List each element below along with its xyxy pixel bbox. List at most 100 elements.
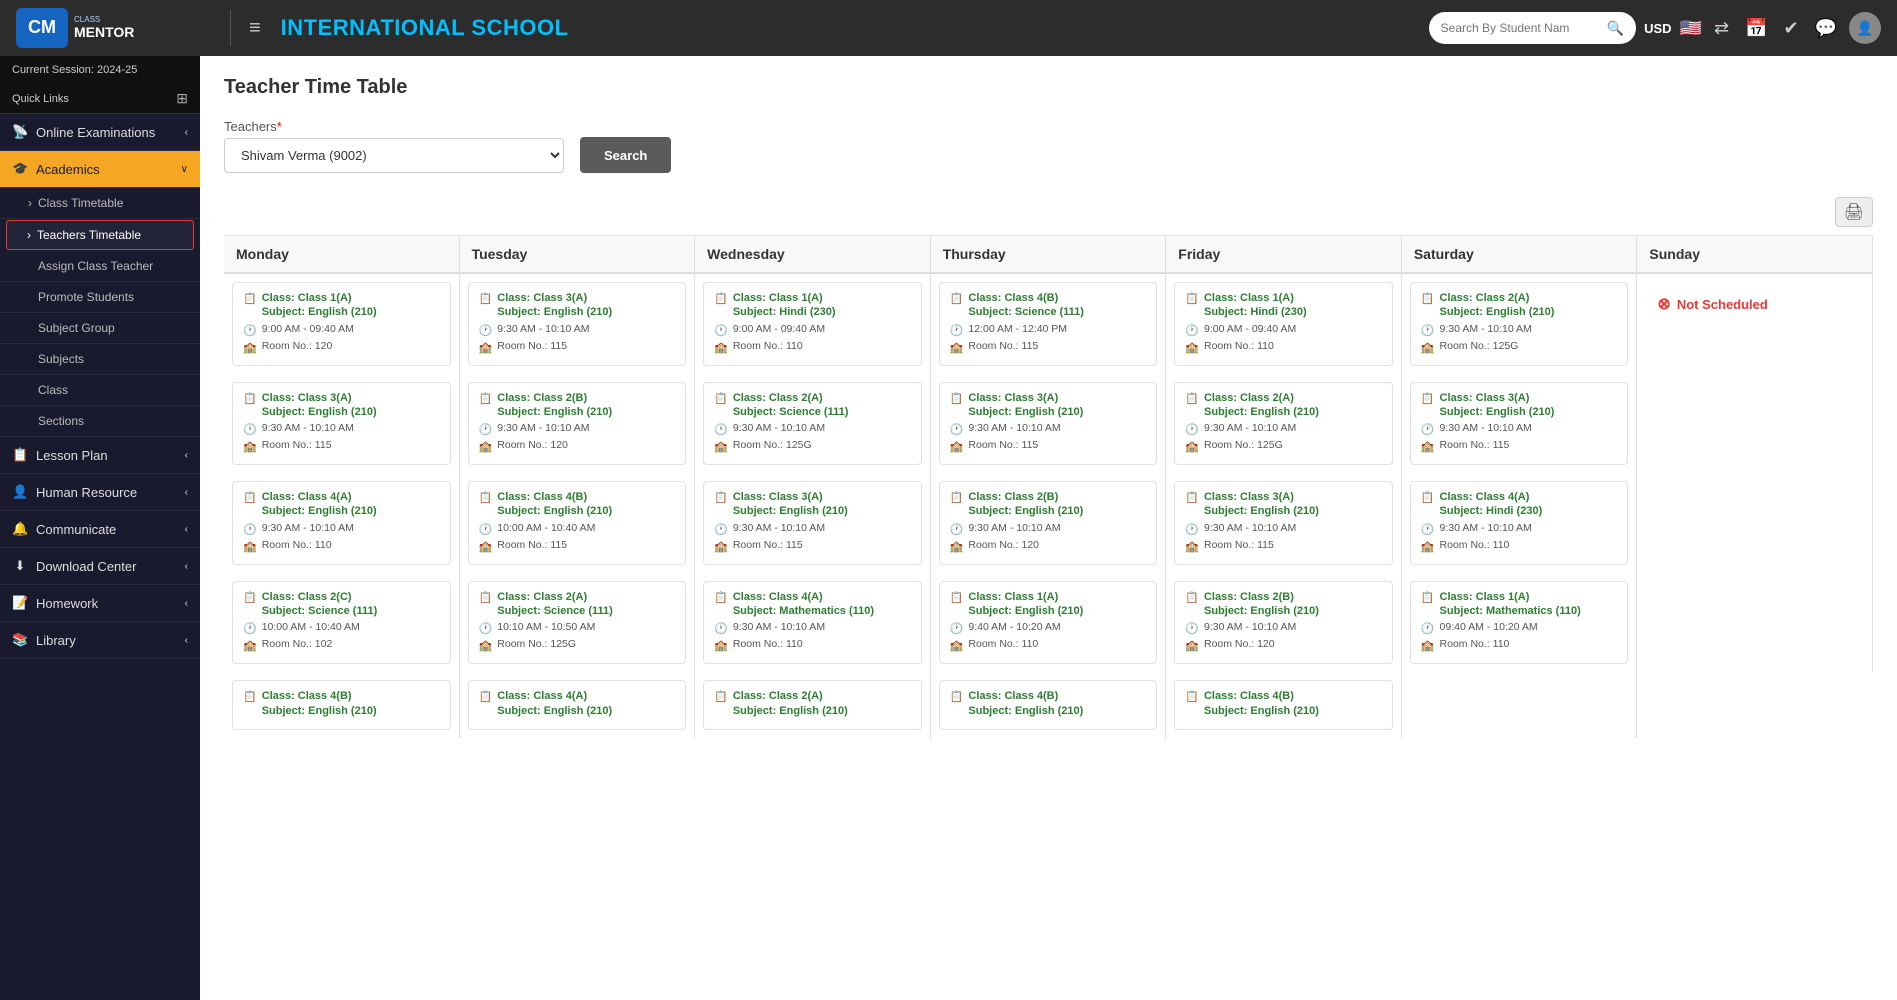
clock-icon: 🕐 (479, 423, 493, 436)
card-class-subject: Class: Class 1(A)Subject: Mathematics (1… (1440, 590, 1581, 619)
class-icon: 📋 (479, 591, 493, 604)
sidebar-item-class-timetable[interactable]: › Class Timetable (0, 188, 200, 219)
room-icon: 🏫 (479, 540, 493, 553)
clock-icon: 🕐 (950, 423, 964, 436)
library-arrow: ‹ (185, 635, 188, 646)
calendar-icon[interactable]: 📅 (1741, 14, 1771, 43)
checkmark-icon[interactable]: ✔ (1779, 14, 1802, 43)
clock-icon: 🕐 (1421, 423, 1435, 436)
class-card: 📋 Class: Class 3(A)Subject: English (210… (703, 481, 922, 565)
clock-icon: 🕐 (1185, 523, 1199, 536)
clock-icon: 🕐 (479, 324, 493, 337)
global-search-box[interactable]: 🔍 (1429, 12, 1636, 44)
card-class-subject: Class: Class 4(A)Subject: English (210) (262, 490, 377, 519)
sidebar-item-lesson-plan[interactable]: 📋 Lesson Plan ‹ (0, 437, 200, 474)
card-class-subject: Class: Class 2(C)Subject: Science (111) (262, 590, 378, 619)
day-column-saturday: 📋 Class: Class 4(A)Subject: Hindi (230) … (1402, 473, 1638, 573)
sidebar-sub-label: Promote Students (38, 290, 134, 304)
teacher-label: Teachers* (224, 119, 564, 134)
sidebar-item-library[interactable]: 📚 Library ‹ (0, 622, 200, 659)
sidebar-item-label: Communicate (36, 522, 116, 537)
day-column-saturday: 📋 Class: Class 1(A)Subject: Mathematics … (1402, 573, 1638, 673)
sidebar-item-promote-students[interactable]: › Promote Students (0, 282, 200, 313)
currency-badge[interactable]: USD (1644, 21, 1671, 36)
class-card: 📋 Class: Class 4(B)Subject: English (210… (232, 680, 451, 730)
teacher-select[interactable]: Shivam Verma (9002) (224, 138, 564, 173)
sidebar-sub-label: Subject Group (38, 321, 115, 335)
card-room: Room No.: 115 (968, 340, 1038, 352)
day-column-sunday: ⊗ Not Scheduled (1637, 274, 1873, 374)
day-column-saturday (1402, 672, 1638, 738)
class-card: 📋 Class: Class 1(A)Subject: English (210… (232, 282, 451, 366)
day-header-wednesday: Wednesday (695, 236, 931, 274)
sidebar-item-human-resource[interactable]: 👤 Human Resource ‹ (0, 474, 200, 511)
required-mark: * (277, 119, 282, 134)
logo-area: CM CLASS MENTOR (16, 8, 212, 48)
sidebar-item-online-examinations[interactable]: 📡 Online Examinations ‹ (0, 114, 200, 151)
teacher-form-row: Teachers* Shivam Verma (9002) Search (224, 119, 1873, 173)
day-header-tuesday: Tuesday (460, 236, 696, 274)
day-column-wednesday: 📋 Class: Class 1(A)Subject: Hindi (230) … (695, 274, 931, 374)
day-column-thursday: 📋 Class: Class 1(A)Subject: English (210… (931, 573, 1167, 673)
sidebar-item-assign-class-teacher[interactable]: › Assign Class Teacher (0, 251, 200, 282)
lesson-plan-arrow: ‹ (185, 450, 188, 461)
global-search-input[interactable] (1441, 21, 1601, 35)
search-button[interactable]: Search (580, 137, 671, 173)
card-time: 10:00 AM - 10:40 AM (262, 621, 360, 633)
card-time: 9:30 AM - 10:10 AM (497, 323, 589, 335)
class-card: 📋 Class: Class 4(B)Subject: English (210… (939, 680, 1158, 730)
quick-links-label: Quick Links (12, 93, 69, 105)
clock-icon: 🕐 (950, 622, 964, 635)
user-avatar[interactable]: 👤 (1849, 12, 1881, 44)
clock-icon: 🕐 (714, 324, 728, 337)
quick-links-grid-icon[interactable]: ⊞ (176, 90, 188, 107)
room-icon: 🏫 (1421, 440, 1435, 453)
class-icon: 📋 (950, 292, 964, 305)
card-time: 10:10 AM - 10:50 AM (497, 621, 595, 633)
quick-links-bar: Quick Links ⊞ (0, 84, 200, 114)
class-icon: 📋 (1421, 591, 1435, 604)
card-time: 12:00 AM - 12:40 PM (968, 323, 1067, 335)
card-class-subject: Class: Class 2(A)Subject: English (210) (1440, 291, 1555, 320)
room-icon: 🏫 (714, 540, 728, 553)
sidebar-item-sections[interactable]: › Sections (0, 406, 200, 437)
sidebar-item-label: Library (36, 633, 76, 648)
class-icon: 📋 (714, 591, 728, 604)
logo-mentor: MENTOR (74, 24, 134, 41)
print-button[interactable]: 🖨 (1835, 197, 1873, 227)
communicate-arrow: ‹ (185, 524, 188, 535)
sidebar-item-academics[interactable]: 🎓 Academics ∨ (0, 151, 200, 188)
clock-icon: 🕐 (714, 423, 728, 436)
sidebar-sub-label: Assign Class Teacher (38, 259, 153, 273)
global-search-button[interactable]: 🔍 (1607, 20, 1624, 37)
transfer-icon[interactable]: ⇄ (1710, 14, 1733, 43)
sidebar-item-teachers-timetable[interactable]: › Teachers Timetable (6, 220, 194, 250)
logo-box: CM (16, 8, 68, 48)
day-column-friday: 📋 Class: Class 2(B)Subject: English (210… (1166, 573, 1402, 673)
clock-icon: 🕐 (243, 423, 257, 436)
day-column-saturday: 📋 Class: Class 3(A)Subject: English (210… (1402, 374, 1638, 474)
sidebar-item-download-center[interactable]: ⬇ Download Center ‹ (0, 548, 200, 585)
day-column-thursday: 📋 Class: Class 4(B)Subject: English (210… (931, 672, 1167, 738)
hamburger-icon[interactable]: ≡ (249, 17, 261, 40)
card-room: Room No.: 110 (733, 638, 803, 650)
sidebar-item-homework[interactable]: 📝 Homework ‹ (0, 585, 200, 622)
sidebar-item-class[interactable]: › Class (0, 375, 200, 406)
room-icon: 🏫 (243, 540, 257, 553)
card-time: 9:30 AM - 10:10 AM (1440, 323, 1532, 335)
class-icon: 📋 (950, 491, 964, 504)
card-room: Room No.: 125G (1204, 439, 1283, 451)
class-card: 📋 Class: Class 2(A)Subject: English (210… (1410, 282, 1629, 366)
flag-icon: 🇺🇸 (1680, 18, 1702, 39)
class-card: 📋 Class: Class 4(A)Subject: English (210… (468, 680, 687, 730)
day-column-friday: 📋 Class: Class 3(A)Subject: English (210… (1166, 473, 1402, 573)
card-room: Room No.: 110 (1204, 340, 1274, 352)
sidebar-item-communicate[interactable]: 🔔 Communicate ‹ (0, 511, 200, 548)
clock-icon: 🕐 (714, 622, 728, 635)
card-room: Room No.: 120 (968, 539, 1039, 551)
whatsapp-icon[interactable]: 💬 (1811, 14, 1841, 43)
sidebar-item-subjects[interactable]: › Subjects (0, 344, 200, 375)
hr-arrow: ‹ (185, 487, 188, 498)
room-icon: 🏫 (1421, 341, 1435, 354)
sidebar-item-subject-group[interactable]: › Subject Group (0, 313, 200, 344)
